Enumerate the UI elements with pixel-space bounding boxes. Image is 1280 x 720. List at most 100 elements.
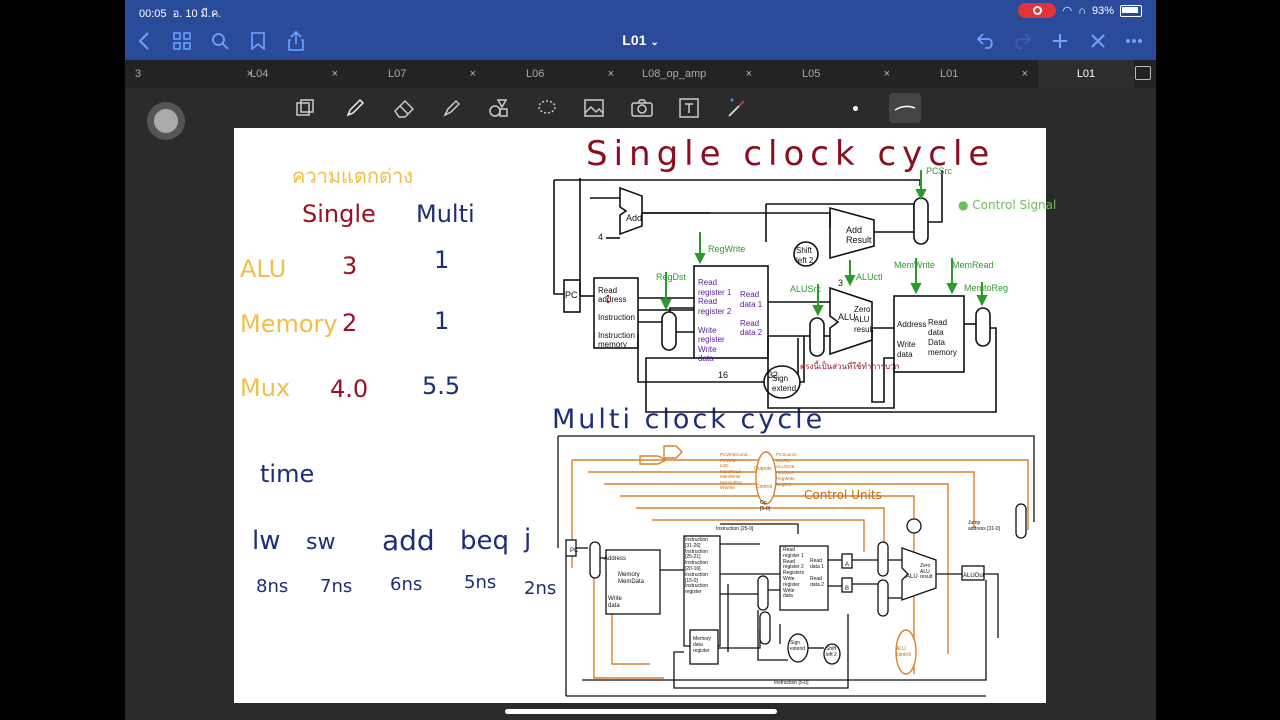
multi-write-data-label: Write data <box>608 596 622 609</box>
multi-zero-label: Zero ALU result <box>920 563 933 580</box>
stroke-style-icon[interactable] <box>889 93 921 123</box>
row-alu-name: ALU <box>240 255 287 283</box>
note-page[interactable]: ความแตกต่าง Single Multi ALU 3 1 Memory … <box>234 128 1056 703</box>
highlighter-icon[interactable] <box>440 96 464 120</box>
alu-zero-result-label: Zero ALU result <box>854 305 874 334</box>
time-beq: 5ns <box>464 572 497 593</box>
pc-label: PC <box>565 290 578 300</box>
camera-icon[interactable] <box>630 96 654 120</box>
time-add: 6ns <box>390 574 423 595</box>
tab-L01[interactable]: L01 × <box>900 60 1038 88</box>
sidebar-toggle-icon[interactable] <box>1135 66 1151 80</box>
tab-close-icon[interactable]: × <box>332 68 338 80</box>
col-multi: Multi <box>416 200 475 228</box>
pen-size-dot-icon[interactable] <box>843 96 867 120</box>
battery-icon <box>1120 4 1142 17</box>
lasso-page-icon[interactable] <box>293 96 317 120</box>
sig-alusrc: ALUSrc <box>790 284 822 294</box>
tab-close-icon[interactable]: × <box>1022 68 1028 80</box>
time-sw: 7ns <box>320 576 353 597</box>
pen-icon[interactable] <box>343 96 367 120</box>
wifi-icon: ◠ <box>1062 5 1073 17</box>
instruction-memory-label: Read address Instruction Instruction mem… <box>598 286 635 349</box>
sig-regwrite: RegWrite <box>708 244 746 254</box>
row-memory-multi: 1 <box>434 307 450 335</box>
status-time: 00:05 อ. 10 มี.ค. <box>139 8 222 20</box>
battery-percent: 93% <box>1091 4 1114 17</box>
const-16: 16 <box>718 370 729 380</box>
more-icon[interactable] <box>1123 30 1145 52</box>
multi-memory-label: Memory MemData <box>618 572 645 585</box>
tab-L05[interactable]: L05 × <box>762 60 900 88</box>
multi-outputs-label: Outputs <box>754 466 772 472</box>
add-result-label: Add Result <box>846 225 872 245</box>
multi-instruction-register-label: Instruction [31-26] Instruction [25-21] … <box>685 537 709 596</box>
assistive-touch-button[interactable] <box>147 102 185 140</box>
instr-j: j <box>524 524 532 554</box>
tab-close-icon[interactable]: × <box>884 68 890 80</box>
tab-close-icon[interactable]: × <box>746 68 752 80</box>
multi-op-label: Op [5-0] <box>760 500 771 512</box>
eraser-icon[interactable] <box>392 96 416 120</box>
redo-icon[interactable] <box>1011 30 1033 52</box>
text-icon[interactable] <box>677 96 701 120</box>
sig-memtoreg: MemtoReg <box>964 283 1009 293</box>
close-tools-icon[interactable] <box>1087 30 1109 52</box>
row-memory-name: Memory <box>240 310 338 338</box>
add-block-label: Add <box>626 213 643 223</box>
multi-read-data-label: Read data 1 Read data 2 <box>810 558 824 588</box>
row-alu-single: 3 <box>342 252 358 280</box>
tab-close-icon[interactable]: × <box>608 68 614 80</box>
lasso-icon[interactable] <box>535 96 559 120</box>
doc-title[interactable]: L01 ⌄ <box>125 32 1156 48</box>
undo-icon[interactable] <box>975 30 997 52</box>
screen-record-icon[interactable] <box>1018 3 1057 18</box>
multi-b-label: B <box>845 586 850 592</box>
home-indicator[interactable] <box>505 709 777 714</box>
pointer-icon[interactable] <box>725 96 749 120</box>
control-units-note: Control Units <box>804 488 882 502</box>
row-mux-name: Mux <box>240 374 291 402</box>
alu-label: ALU <box>838 312 856 322</box>
multi-address-label: Address <box>604 556 627 562</box>
ipad-screen: 00:05 อ. 10 มี.ค. ◠ ∩ 93% L01 ⌄ 3 × L04 … <box>125 0 1156 720</box>
tab-L08-op-amp[interactable]: L08_op_amp × <box>624 60 762 88</box>
instr-sw: sw <box>306 530 336 555</box>
add-page-icon[interactable] <box>1049 30 1071 52</box>
tab-close-icon[interactable]: × <box>470 68 476 80</box>
instr-lw: lw <box>252 526 281 556</box>
row-mux-single: 4.0 <box>330 375 369 403</box>
multi-sign-extend-label: Sign extend <box>790 640 806 652</box>
nav-bar: L01 ⌄ <box>125 22 1156 60</box>
multi-ctrl-left-list: PCWriteCond PCWrite IorD MemRead MemWrite Mem… <box>720 452 748 490</box>
tab-L07[interactable]: L07 × <box>348 60 486 88</box>
shapes-icon[interactable] <box>487 96 511 120</box>
registers-left-label: Read register 1 Read register 2 Write re… <box>698 278 732 363</box>
sig-pcsrc: PCSrc <box>926 166 953 176</box>
row-memory-single: 2 <box>342 309 358 337</box>
tab-L06[interactable]: L06 × <box>486 60 624 88</box>
headphones-icon: ∩ <box>1078 4 1086 17</box>
const-4: 4 <box>598 232 604 242</box>
multi-alu-label: ALU <box>906 574 918 580</box>
drawing-toolbar <box>125 88 1156 128</box>
multi-alu-control-label: ALU control <box>896 646 912 658</box>
multi-jump-label: Jump address [31-0] <box>968 520 1000 532</box>
const-32: 32 <box>768 370 779 380</box>
multi-shift-left-label: Shift left 2 <box>826 646 837 658</box>
multi-ctrl-right-list: PCSource ALUOp ALUSrcB ALUSrcA RegWrite RegDs… <box>776 452 797 487</box>
instr-add: add <box>382 524 435 557</box>
sig-regdst: RegDst <box>656 272 687 282</box>
heading-differences: ความแตกต่าง <box>292 164 413 188</box>
instr-beq: beq <box>460 526 510 556</box>
col-single: Single <box>302 200 376 228</box>
multi-control-label: Control <box>756 484 773 490</box>
tab-L01-active[interactable]: L01 <box>1038 60 1134 88</box>
tab-L04[interactable]: L04 × <box>210 60 348 88</box>
tab-bar: 3 × L04 × L07 × L06 × L08_op_amp × L05 × L01 × … <box>125 60 1156 88</box>
multi-pc-label: PC <box>570 548 579 554</box>
time-lw: 8ns <box>256 576 289 597</box>
image-icon[interactable] <box>582 96 606 120</box>
status-bar: 00:05 อ. 10 มี.ค. ◠ ∩ 93% <box>125 0 1156 22</box>
multi-instr-5-0-label: Instruction [5-0] <box>774 680 809 686</box>
